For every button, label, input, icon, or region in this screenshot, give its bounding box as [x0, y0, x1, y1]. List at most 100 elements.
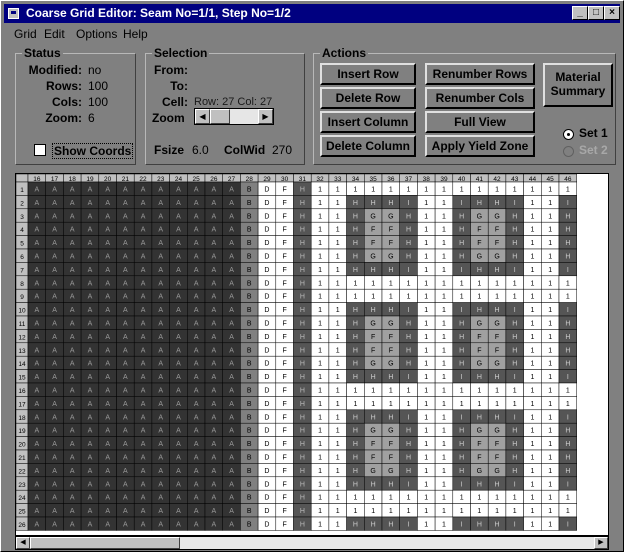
grid-cell-label: A	[70, 388, 75, 395]
grid-cell-label: 1	[424, 213, 428, 220]
grid-cell-label: A	[123, 307, 128, 314]
full-view-button[interactable]: Full View	[425, 111, 535, 133]
material-summary-button[interactable]: Material Summary	[543, 63, 613, 107]
menu-options[interactable]: Options	[76, 25, 117, 43]
slider-thumb[interactable]	[210, 109, 230, 124]
maximize-button[interactable]: □	[588, 6, 604, 20]
grid-cell-label: A	[88, 321, 93, 328]
set1-label[interactable]: Set 1	[579, 126, 608, 140]
grid-cell-label: A	[88, 213, 93, 220]
grid-cell-label: 1	[318, 374, 322, 381]
grid-cell-label: 1	[495, 280, 499, 287]
grid-cell-label: 1	[530, 227, 534, 234]
zoom-slider[interactable]: ◀ ▶	[194, 108, 274, 125]
scroll-left-arrow-icon[interactable]: ◀	[16, 537, 30, 549]
grid-cell-label: 1	[318, 307, 322, 314]
grid-cell-label: A	[105, 254, 110, 261]
grid-cell-label: H	[371, 307, 376, 314]
grid-cell-label: A	[212, 240, 217, 247]
close-button[interactable]: ×	[604, 6, 620, 20]
grid-canvas[interactable]: 16 17 18 19 20 21 22 23 24 25 26 27 28 29 30 31 32 33 34 35…	[16, 174, 609, 536]
grid-cell-label: H	[371, 267, 376, 274]
grid-cell-label: 1	[530, 200, 534, 207]
grid-cell-label: 1	[460, 280, 464, 287]
coarse-grid[interactable]: 16 17 18 19 20 21 22 23 24 25 26 27 28 29 30 31 32 33 34 35…	[15, 173, 609, 536]
grid-cell-label: D	[264, 321, 269, 328]
grid-cell-label: 1	[389, 294, 393, 301]
grid-cell-label: H	[512, 321, 517, 328]
grid-cell-label: H	[406, 321, 411, 328]
selection-zoom-label: Zoom	[152, 111, 185, 125]
set1-radio[interactable]	[563, 129, 574, 140]
show-coords-label[interactable]: Show Coords	[52, 143, 134, 159]
grid-cell-label: H	[300, 334, 305, 341]
horizontal-scrollbar[interactable]: ◀ ▶	[15, 536, 609, 550]
grid-cell-label: 1	[424, 441, 428, 448]
grid-cell-label: 1	[548, 200, 552, 207]
insert-row-button[interactable]: Insert Row	[320, 63, 416, 85]
grid-cell-label: A	[141, 294, 146, 301]
grid-cell-label: H	[406, 227, 411, 234]
grid-cell-label: I	[408, 200, 410, 207]
grid-cell-label: A	[141, 522, 146, 529]
grid-cell-label: A	[52, 522, 57, 529]
insert-column-button[interactable]: Insert Column	[320, 111, 416, 133]
menu-grid[interactable]: Grid	[14, 25, 37, 43]
slider-track[interactable]	[230, 109, 258, 124]
grid-cell-label: A	[52, 334, 57, 341]
slider-right-arrow-icon[interactable]: ▶	[258, 109, 273, 124]
grid-cell-label: G	[388, 254, 393, 261]
grid-cell-label: A	[158, 508, 163, 515]
grid-cell-label: A	[158, 280, 163, 287]
grid-cell-label: A	[88, 294, 93, 301]
grid-cell-label: I	[567, 267, 569, 274]
grid-cell-label: D	[264, 401, 269, 408]
grid-cell-label: H	[495, 522, 500, 529]
grid-cell-label: F	[477, 455, 481, 462]
grid-cell-label: H	[300, 294, 305, 301]
minimize-button[interactable]: _	[572, 6, 588, 20]
grid-cell-label: H	[406, 361, 411, 368]
grid-cell-label: 1	[336, 388, 340, 395]
grid-cell-label: 1	[548, 455, 552, 462]
grid-cell-label: 1	[389, 401, 393, 408]
scroll-right-arrow-icon[interactable]: ▶	[594, 537, 608, 549]
menu-help[interactable]: Help	[123, 25, 148, 43]
show-coords-checkbox[interactable]	[34, 144, 46, 156]
grid-cell-label: A	[176, 267, 181, 274]
grid-cell-label: H	[300, 455, 305, 462]
grid-cell-label: H	[406, 240, 411, 247]
grid-cell-label: A	[212, 321, 217, 328]
renumber-rows-button[interactable]: Renumber Rows	[425, 63, 535, 85]
grid-cell-label: A	[52, 187, 57, 194]
grid-cell-label: A	[52, 455, 57, 462]
app-icon[interactable]	[8, 8, 19, 19]
delete-row-button[interactable]: Delete Row	[320, 87, 416, 109]
grid-cell-label: H	[388, 522, 393, 529]
grid-cell-label: 1	[530, 401, 534, 408]
grid-cell-label: A	[70, 414, 75, 421]
grid-cell-label: A	[194, 267, 199, 274]
grid-cell-label: 1	[566, 294, 570, 301]
delete-column-button[interactable]: Delete Column	[320, 135, 416, 157]
grid-cell-label: A	[212, 522, 217, 529]
grid-cell-label: H	[512, 441, 517, 448]
row-header-label: 10	[18, 308, 26, 315]
renumber-cols-button[interactable]: Renumber Cols	[425, 87, 535, 109]
grid-cell-label: A	[105, 441, 110, 448]
apply-yield-zone-button[interactable]: Apply Yield Zone	[425, 135, 535, 157]
horizontal-scroll-thumb[interactable]	[30, 537, 180, 549]
grid-cell-label: H	[477, 481, 482, 488]
corner-cell[interactable]	[16, 174, 29, 183]
grid-cell-label: H	[388, 481, 393, 488]
from-label: From:	[154, 63, 188, 77]
grid-cell-label: A	[212, 455, 217, 462]
menu-edit[interactable]: Edit	[44, 25, 65, 43]
grid-cell-label: H	[406, 254, 411, 261]
grid-cell-label: A	[212, 388, 217, 395]
grid-cell-label: H	[459, 254, 464, 261]
slider-left-arrow-icon[interactable]: ◀	[195, 109, 210, 124]
grid-cell-label: H	[406, 468, 411, 475]
grid-cell-label: A	[229, 414, 234, 421]
grid-cell-label: 1	[336, 254, 340, 261]
